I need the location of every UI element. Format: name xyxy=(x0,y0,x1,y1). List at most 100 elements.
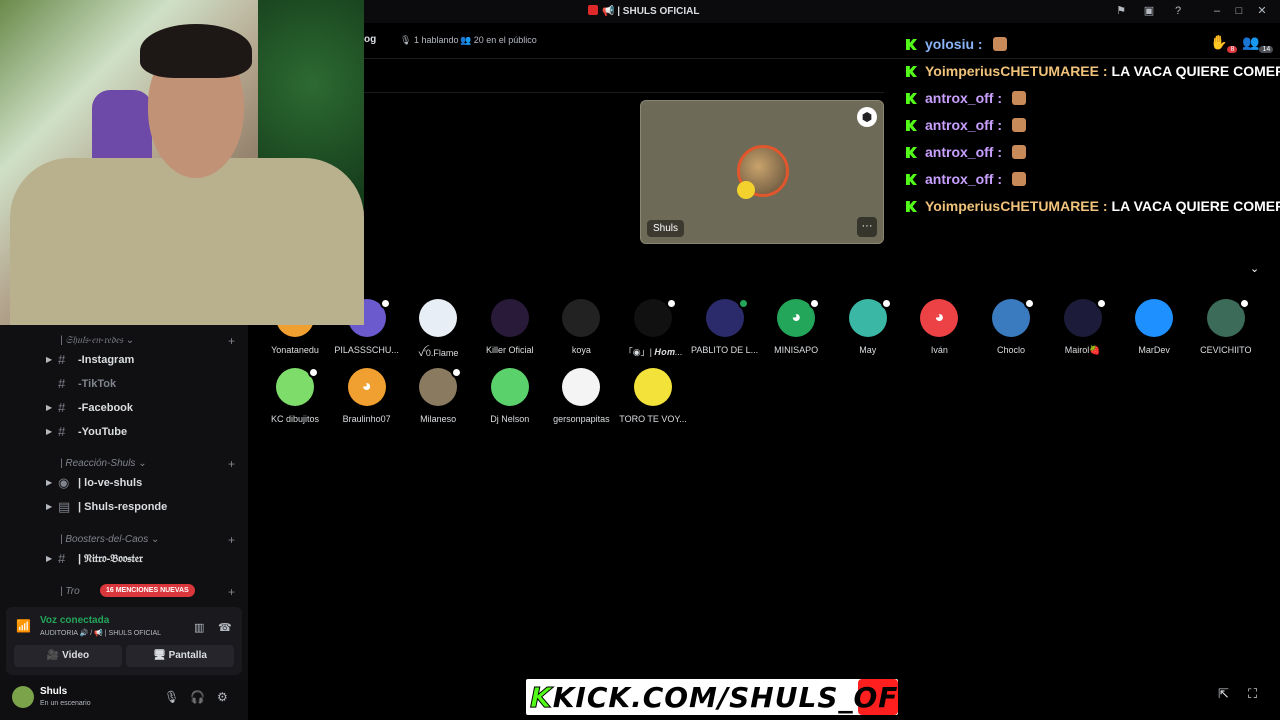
channel-label: | lo-ve-shuls xyxy=(78,477,143,489)
channel-label: -YouTube xyxy=(78,426,128,438)
chevron-down-icon[interactable]: ⌄ xyxy=(1250,262,1259,275)
caret-icon: ▶ xyxy=(46,355,53,364)
channel-label: | 𝔑𝔦𝔱𝔯𝔬-𝔅𝔬𝔬𝔰𝔱𝔢𝔯 xyxy=(78,553,143,565)
member-name: MarDev xyxy=(1138,345,1170,355)
audience-member[interactable]: Milaneso xyxy=(398,367,478,432)
category-tro[interactable]: | Tro + xyxy=(60,585,235,599)
add-channel-icon[interactable]: + xyxy=(228,585,235,599)
member-name: KC dibujitos xyxy=(270,414,320,424)
kick-badge-icon xyxy=(906,201,917,212)
chat-message: YoimperiusCHETUMAREE : LA VACA QUIERE COM… xyxy=(904,61,1280,88)
status-badge xyxy=(1024,298,1035,309)
microphone-icon[interactable]: 🎙 xyxy=(164,690,179,704)
audience-member[interactable]: Mairol🍓 xyxy=(1043,298,1123,363)
audience-member[interactable]: ꪜ'0.Flame xyxy=(398,299,478,363)
popout-icon[interactable]: ⇱ xyxy=(1218,686,1229,702)
settings-gear-icon[interactable]: ⚙ xyxy=(217,690,228,704)
emote-icon xyxy=(1012,172,1026,186)
category-reaccion[interactable]: | Reacción-Shuls ⌄ + xyxy=(60,457,235,471)
audience-member[interactable]: ◕ Braulinho07 xyxy=(327,368,407,432)
chat-username: antrox_off : xyxy=(925,171,1002,187)
new-mentions-badge[interactable]: 16 MENCIONES NUEVAS xyxy=(100,584,195,597)
audience-member[interactable]: CEVICHIITO xyxy=(1186,298,1266,363)
moderator-badge-icon: ⬢ xyxy=(857,107,877,127)
caret-icon: ▶ xyxy=(46,478,53,487)
help-icon[interactable]: ? xyxy=(1171,4,1185,18)
member-name: koya xyxy=(571,345,591,355)
camera-icon: 🎥 xyxy=(46,650,63,661)
chat-username: antrox_off : xyxy=(925,117,1002,133)
discord-logo-icon: ◕ xyxy=(361,378,372,395)
hash-icon: # xyxy=(58,551,66,566)
audience-member[interactable]: PABLITO DE L... xyxy=(685,298,765,363)
maximize-icon[interactable]: □ xyxy=(1232,4,1246,18)
video-label: Video xyxy=(62,650,90,661)
add-channel-icon[interactable]: + xyxy=(228,533,235,547)
category-redes[interactable]: | 𝔖𝔥𝔲𝔩𝔰-𝔢𝔫-𝔯𝔢𝔡𝔢𝔰 ⌄ + xyxy=(60,334,235,348)
flag-icon[interactable]: ⚑ xyxy=(1114,4,1128,18)
chat-message: YoimperiusCHETUMAREE : LA VACA QUIERE COM… xyxy=(904,196,1280,223)
member-name: PILASSSCHU... xyxy=(334,345,399,355)
status-badge xyxy=(809,298,821,309)
chat-entry: YoimperiusCHETUMAREE : LA VACA QUIERE COM… xyxy=(925,63,1280,79)
chat-message: yolosiu : xyxy=(904,34,1280,61)
close-icon[interactable]: ✕ xyxy=(1255,4,1269,18)
screen-share-button[interactable]: 🖥 Pantalla xyxy=(126,645,234,667)
status-badge xyxy=(1238,298,1250,309)
add-channel-icon[interactable]: + xyxy=(228,334,235,348)
user-status: En un escenario xyxy=(40,700,91,707)
audience-member[interactable]: Killer Oficial xyxy=(470,299,550,363)
noise-suppression-icon[interactable]: ▥ xyxy=(194,621,204,634)
status-badge xyxy=(880,298,892,309)
caret-icon: ▶ xyxy=(46,403,53,412)
audience-member[interactable]: Choclo xyxy=(971,298,1051,363)
status-badge xyxy=(737,298,749,309)
chat-entry: antrox_off : xyxy=(925,117,1026,133)
disconnect-icon[interactable]: ☎ xyxy=(218,621,232,634)
minimize-icon[interactable]: – xyxy=(1210,4,1224,18)
add-channel-icon[interactable]: + xyxy=(228,457,235,471)
video-button[interactable]: 🎥 Video xyxy=(14,645,122,667)
kick-badge-icon xyxy=(906,66,917,77)
audience-member[interactable]: ◕ Iván xyxy=(899,299,979,363)
channel-label: -Instagram xyxy=(78,354,135,366)
chat-username: YoimperiusCHETUMAREE : xyxy=(925,63,1108,79)
member-name: May xyxy=(859,345,877,355)
username: Shuls xyxy=(40,686,68,697)
headphones-icon[interactable]: 🎧 xyxy=(190,690,205,704)
audience-member[interactable]: koya xyxy=(541,299,621,363)
kick-badge-icon xyxy=(906,147,917,158)
more-options-icon[interactable]: ··· xyxy=(857,217,877,237)
audience-member[interactable]: Dj Nelson xyxy=(470,368,550,432)
avatar xyxy=(562,299,601,337)
chat-text: LA VACA QUIERE COMER xyxy=(1111,198,1280,214)
avatar xyxy=(419,299,458,337)
audience-member[interactable]: May xyxy=(828,298,908,363)
audience-member[interactable]: KC dibujitos xyxy=(255,367,335,432)
audience-member[interactable]: MarDev xyxy=(1114,299,1194,363)
hash-icon: # xyxy=(58,352,66,367)
speaker-card[interactable]: ⬢ Shuls ··· xyxy=(640,100,884,244)
member-name: MINISAPO xyxy=(774,345,819,355)
audience-member[interactable]: 「◉」| 𝑯𝒐𝒎... xyxy=(613,298,693,363)
member-name: 「◉」| 𝑯𝒐𝒎... xyxy=(623,347,683,357)
chat-entry: antrox_off : xyxy=(925,171,1026,187)
chat-entry: antrox_off : xyxy=(925,90,1026,106)
status-badge xyxy=(451,367,463,378)
eye-icon: ◉ xyxy=(58,475,70,490)
avatar: ◕ xyxy=(347,368,386,406)
person-hair xyxy=(140,24,252,78)
avatar[interactable] xyxy=(12,686,34,708)
chat-username: yolosiu : xyxy=(925,36,983,52)
duck-sticker xyxy=(737,181,755,199)
chat-message: antrox_off : xyxy=(904,169,1280,196)
audience-member[interactable]: gersonpapitas xyxy=(541,368,621,432)
audience-member[interactable]: TORO TE VOY... xyxy=(613,368,693,432)
member-name: gersonpapitas xyxy=(553,414,610,424)
forum-icon: ▤ xyxy=(58,499,71,514)
audience-member[interactable]: ◕ MINISAPO xyxy=(756,298,836,363)
fullscreen-icon[interactable]: ⛶ xyxy=(1248,686,1257,702)
hash-icon: # xyxy=(58,400,66,415)
inbox-icon[interactable]: ▣ xyxy=(1142,4,1156,18)
category-boosters[interactable]: | Boosters-del-Caos ⌄ + xyxy=(60,533,235,547)
